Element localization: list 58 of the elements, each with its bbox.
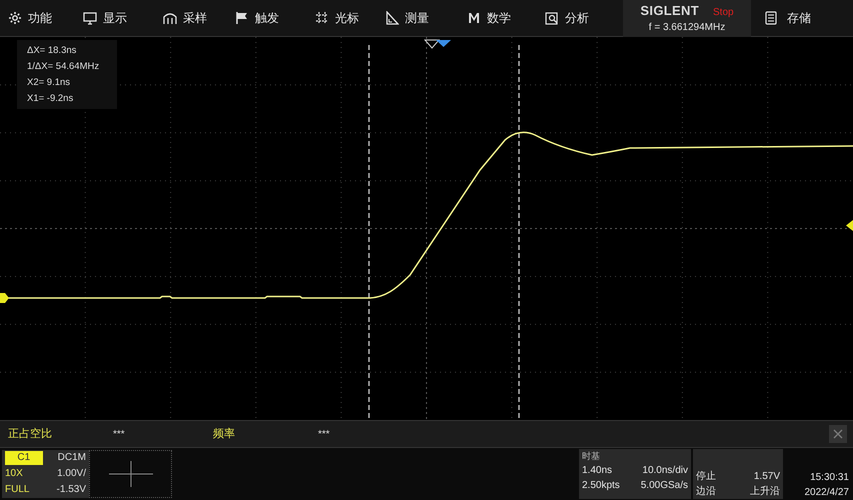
timebase-scale: 10.0ns/div bbox=[642, 464, 688, 478]
channel-marker-icon[interactable] bbox=[0, 293, 9, 303]
trigger-panel[interactable]: 停止 1.57V 边沿 上升沿 bbox=[693, 449, 783, 499]
channel-panel[interactable]: C1 DC1M 10X 1.00V/ FULL -1.53V bbox=[2, 450, 89, 498]
brand-logo: SIGLENT bbox=[640, 2, 700, 20]
menu-button[interactable]: 触发 bbox=[227, 1, 307, 35]
trigger-level-icon[interactable] bbox=[846, 220, 853, 231]
trigger-state: 停止 bbox=[696, 470, 716, 484]
trigger-slope: 上升沿 bbox=[750, 484, 780, 499]
analysis-icon bbox=[545, 11, 559, 25]
offset-text: -1.53V bbox=[56, 483, 87, 497]
cursor-line[interactable] bbox=[518, 45, 520, 420]
menu-button[interactable]: 分析 bbox=[537, 1, 617, 35]
menu-button[interactable]: 数学 bbox=[459, 1, 537, 35]
monitor-icon bbox=[83, 11, 97, 25]
menu-button[interactable]: 采样 bbox=[155, 1, 227, 35]
menu-button[interactable]: 显示 bbox=[75, 1, 155, 35]
run-state: Stop bbox=[713, 6, 734, 20]
measurement-value: *** bbox=[113, 428, 125, 442]
cursor-readout: X2= 9.1ns bbox=[27, 76, 72, 89]
crosshair-icon bbox=[315, 11, 329, 25]
marker-icon bbox=[424, 40, 440, 49]
cursor-readout: X1= -9.2ns bbox=[27, 92, 74, 105]
flag-icon bbox=[235, 11, 249, 25]
math-icon bbox=[467, 11, 481, 25]
menu-button[interactable]: 功能 bbox=[0, 1, 75, 35]
cursor-readout: ΔX= 18.3ns bbox=[27, 44, 78, 57]
coupling-text: DC1M bbox=[56, 451, 87, 465]
save-button[interactable]: 存储 bbox=[751, 1, 811, 35]
memory-depth: 2.50kpts bbox=[582, 479, 620, 493]
trigger-type: 边沿 bbox=[696, 484, 716, 499]
close-button[interactable] bbox=[829, 425, 847, 443]
probe-text: 10X bbox=[4, 467, 24, 481]
timebase-title: 时基 bbox=[582, 450, 601, 463]
trigger-level: 1.57V bbox=[754, 470, 780, 484]
cursor-readout: 1/ΔX= 54.64MHz bbox=[27, 60, 100, 73]
sample-rate: 5.00GSa/s bbox=[640, 479, 688, 493]
measurement-value: *** bbox=[318, 428, 330, 442]
channel-label[interactable]: C1 bbox=[5, 451, 42, 465]
clock-date: 2022/4/27 bbox=[804, 486, 849, 500]
scale-text: 1.00V/ bbox=[56, 467, 87, 481]
close-icon bbox=[833, 429, 843, 439]
trigger-position-icon[interactable] bbox=[436, 40, 451, 47]
delay-text: 1.40ns bbox=[582, 464, 612, 478]
sampling-icon bbox=[163, 11, 177, 25]
document-icon bbox=[765, 11, 777, 25]
menu-button[interactable]: 光标 bbox=[307, 1, 377, 35]
ruler-triangle-icon bbox=[385, 11, 399, 25]
measurement-label: 正占空比 bbox=[8, 426, 53, 442]
bandwidth-text: FULL bbox=[4, 483, 30, 497]
frequency-readout: f = 3.661294MHz bbox=[648, 21, 726, 36]
gear-icon bbox=[8, 11, 22, 25]
clock-time: 15:30:31 bbox=[810, 471, 849, 485]
cursor-line[interactable] bbox=[368, 45, 370, 420]
timebase-panel[interactable]: 时基 1.40ns 10.0ns/div 2.50kpts 5.00GSa/s bbox=[579, 449, 691, 499]
menu-button[interactable]: 测量 bbox=[377, 1, 459, 35]
plus-icon bbox=[108, 461, 152, 487]
measurement-label: 频率 bbox=[213, 426, 236, 442]
